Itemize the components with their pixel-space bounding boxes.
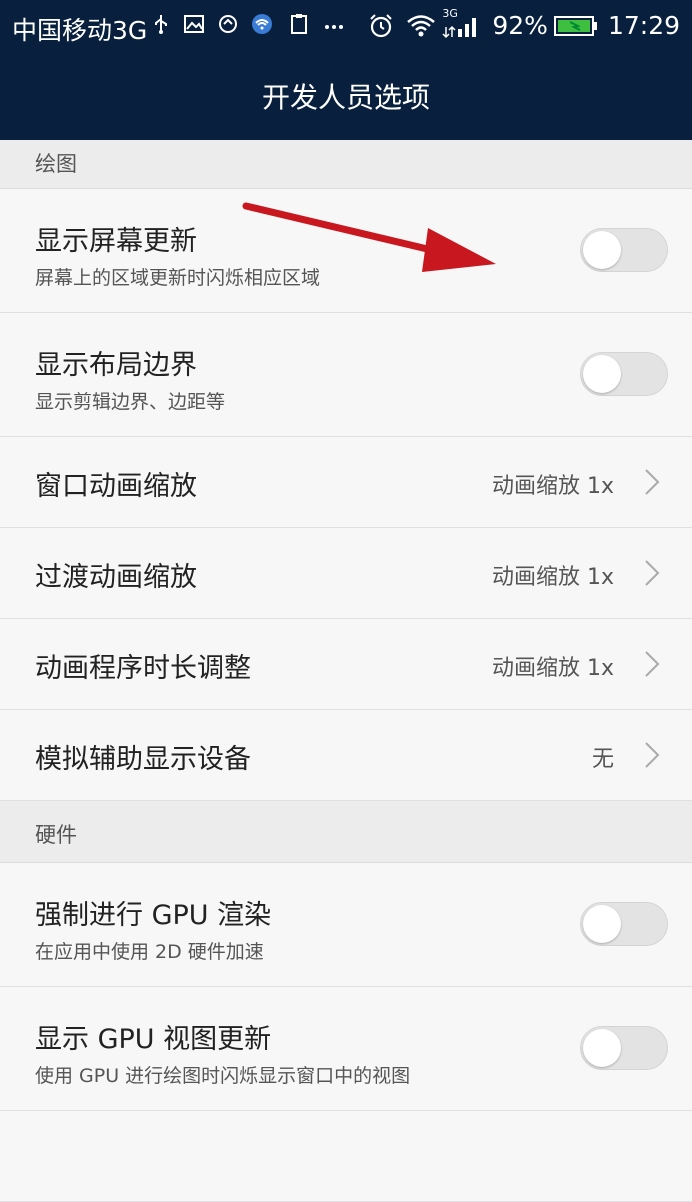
carrier-label: 中国移动3G (12, 16, 148, 45)
setting-window-animation-scale[interactable]: 窗口动画缩放 动画缩放 1x (0, 437, 692, 528)
toggle-knob (583, 905, 621, 943)
setting-show-gpu-view-updates[interactable]: 显示 GPU 视图更新 使用 GPU 进行绘图时闪烁显示窗口中的视图 (0, 987, 692, 1111)
setting-title: 显示 GPU 视图更新 (35, 1024, 272, 1055)
setting-title: 动画程序时长调整 (35, 653, 251, 684)
chevron-right-icon (645, 560, 660, 586)
setting-partial-next[interactable] (0, 1111, 692, 1202)
setting-value: 动画缩放 1x (491, 474, 614, 499)
toggle-switch[interactable] (580, 1026, 668, 1070)
setting-title: 强制进行 GPU 渲染 (35, 900, 272, 931)
setting-animator-duration-scale[interactable]: 动画程序时长调整 动画缩放 1x (0, 619, 692, 710)
battery-charging-icon (553, 15, 597, 36)
status-bar: 中国移动3G 3G 92% 17:29 (0, 0, 692, 52)
sync-icon (219, 15, 237, 33)
setting-title: 模拟辅助显示设备 (35, 744, 251, 775)
toggle-switch[interactable] (580, 228, 668, 272)
annotation-arrow-icon (242, 202, 496, 272)
section-label: 硬件 (35, 823, 77, 847)
setting-title: 显示屏幕更新 (35, 226, 197, 257)
chevron-right-icon (645, 469, 660, 495)
setting-show-layout-bounds[interactable]: 显示布局边界 显示剪辑边界、边距等 (0, 313, 692, 437)
status-right: 3G 92% 17:29 (368, 7, 680, 40)
wifi-icon (407, 14, 436, 36)
toggle-switch[interactable] (580, 352, 668, 396)
toggle-knob (583, 1029, 621, 1067)
setting-simulate-secondary-display[interactable]: 模拟辅助显示设备 无 (0, 710, 692, 801)
clipboard-icon (291, 14, 307, 34)
setting-title: 窗口动画缩放 (35, 471, 197, 502)
signal-icon: 3G (442, 7, 482, 39)
usb-icon (155, 15, 167, 34)
section-header-drawing: 绘图 (0, 140, 692, 189)
setting-transition-animation-scale[interactable]: 过渡动画缩放 动画缩放 1x (0, 528, 692, 619)
battery-percent: 92% (492, 11, 548, 40)
alarm-icon (370, 13, 393, 37)
clock: 17:29 (607, 11, 680, 40)
chevron-right-icon (645, 742, 660, 768)
section-header-hardware: 硬件 (0, 801, 692, 863)
toggle-switch[interactable] (580, 902, 668, 946)
wifi-app-icon (252, 14, 272, 34)
section-label: 绘图 (35, 152, 77, 176)
toggle-knob (583, 355, 621, 393)
chevron-right-icon (645, 651, 660, 677)
setting-value: 动画缩放 1x (491, 565, 614, 590)
app-header: 开发人员选项 (0, 52, 692, 140)
setting-value: 动画缩放 1x (491, 656, 614, 681)
setting-title: 显示布局边界 (35, 350, 197, 381)
setting-subtitle: 使用 GPU 进行绘图时闪烁显示窗口中的视图 (35, 1065, 411, 1087)
page-title: 开发人员选项 (261, 81, 430, 114)
setting-subtitle: 显示剪辑边界、边距等 (35, 391, 226, 413)
setting-subtitle: 在应用中使用 2D 硬件加速 (35, 941, 264, 963)
image-icon (184, 15, 204, 33)
setting-force-gpu-rendering[interactable]: 强制进行 GPU 渲染 在应用中使用 2D 硬件加速 (0, 863, 692, 987)
setting-title: 过渡动画缩放 (35, 562, 197, 593)
toggle-knob (583, 231, 621, 269)
settings-list: 绘图 显示屏幕更新 屏幕上的区域更新时闪烁相应区域 显示布局边界 显示剪辑边界、… (0, 140, 692, 1202)
setting-value: 无 (591, 747, 614, 772)
more-dots-icon (325, 25, 343, 29)
